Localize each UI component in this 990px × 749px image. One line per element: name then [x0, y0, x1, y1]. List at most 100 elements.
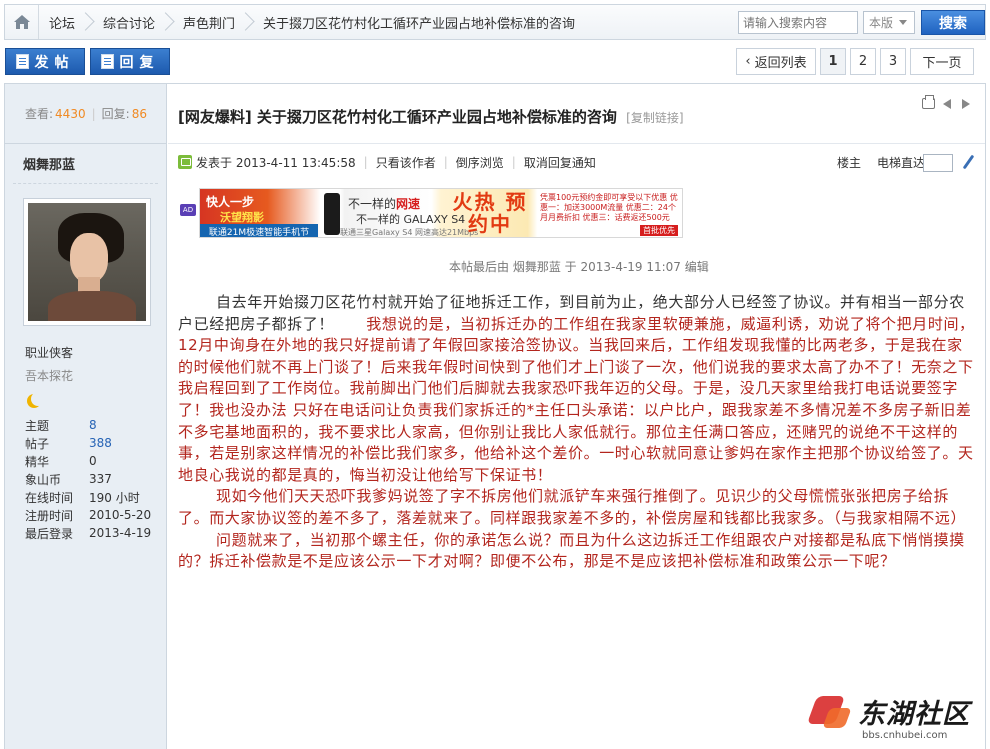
- ad-text: 网速: [396, 197, 421, 211]
- page-2[interactable]: 2: [850, 48, 876, 75]
- profile-key: 最后登录: [25, 526, 74, 541]
- ad-banner[interactable]: 快人一步 沃望翔影 联通21M极速智能手机节 不一样的网速 不一样的 GALAX…: [199, 188, 683, 238]
- ad-text: 首批优先办理: [640, 225, 678, 236]
- profile-row: 最后登录 2013-4-19: [25, 524, 166, 542]
- ad-text: 联通21M极速智能手机节: [200, 224, 318, 237]
- page-title: [网友爆料] 关于掇刀区花竹村化工循环产业园占地补偿标准的咨询 [复制链接]: [178, 106, 684, 127]
- ad-badge: AD: [180, 204, 196, 216]
- breadcrumb-board[interactable]: 声色荆门: [173, 5, 247, 39]
- reply-button[interactable]: 回复: [90, 48, 170, 75]
- profile-row: 象山币 337: [25, 470, 166, 488]
- jump-floor-input[interactable]: [923, 154, 953, 172]
- ad-text: 不一样的 GALAXY S4: [356, 213, 466, 226]
- thread-tools: [922, 95, 973, 109]
- replies-label: 回复:: [101, 107, 130, 121]
- views-count: 4430: [55, 106, 86, 121]
- post-title-row: [网友爆料] 关于掇刀区花竹村化工循环产业园占地补偿标准的咨询 [复制链接]: [168, 84, 985, 144]
- online-status-icon: [178, 155, 192, 169]
- page-1[interactable]: 1: [820, 48, 846, 75]
- breadcrumb-general[interactable]: 综合讨论: [93, 5, 167, 39]
- profile-value: 190 小时: [89, 490, 140, 505]
- paragraph: 自去年开始掇刀区花竹村就开始了征地拆迁工作，到目前为止，绝大部分人已经签了协议。…: [178, 292, 976, 486]
- views-label: 查看:: [25, 107, 54, 121]
- chevron-left-icon: ‹: [745, 54, 751, 69]
- copy-link[interactable]: [复制链接]: [626, 111, 683, 125]
- ad-headline: 火热 预约中: [452, 190, 528, 236]
- ad-text: 快人一步: [206, 195, 255, 209]
- home-icon[interactable]: [5, 5, 39, 39]
- search-input[interactable]: [738, 11, 858, 34]
- edit-notice: 本帖最后由 烟舞那蓝 于 2013-4-19 11:07 编辑: [449, 260, 709, 274]
- post-meta: 发表于 2013-4-11 13:45:58 | 只看该作者 | 倒序浏览 | …: [168, 144, 985, 180]
- jump-floor-label: 电梯直达: [876, 155, 925, 170]
- site-watermark: 东湖社区 bbs.cnhubei.com: [808, 690, 986, 746]
- profile-row: 帖子 388: [25, 434, 166, 452]
- profile-key: 精华: [25, 454, 50, 469]
- paragraph: 问题就来了，当初那个螺主任，你的承诺怎么说？而且为什么这边拆迁工作组跟农户对接都…: [178, 530, 976, 573]
- post-container: 查看: 4430 | 回复: 86 烟舞那蓝 职业侠客 吾本探花 主题 8 帖子 3…: [4, 83, 986, 749]
- meta-divider: |: [443, 155, 448, 169]
- next-page-button[interactable]: 下一页: [910, 48, 974, 75]
- profile-value: 2010-5-20: [89, 508, 152, 522]
- chevron-down-icon: [899, 20, 908, 25]
- profile-key: 在线时间: [25, 490, 74, 505]
- phone-image: [324, 193, 340, 235]
- reverse-order-link[interactable]: 倒序浏览: [456, 154, 504, 171]
- profile-stats: 主题 8 帖子 388 精华 0 象山币 337 在线时间 190 小时 注册时间 2010…: [25, 416, 166, 542]
- floor-label: 楼主: [836, 155, 861, 170]
- avatar[interactable]: [23, 198, 151, 326]
- watermark-url: bbs.cnhubei.com: [862, 730, 948, 741]
- profile-posts-value[interactable]: 388: [89, 436, 112, 450]
- profile-row: 主题 8: [25, 416, 166, 434]
- ad-row: AD 快人一步 沃望翔影 联通21M极速智能手机节 不一样的网速 不一样的 GA…: [168, 180, 985, 240]
- next-thread-icon[interactable]: [960, 98, 973, 109]
- pagination: ‹ 返回列表 1 2 3 下一页: [736, 48, 974, 75]
- profile-key: 象山币: [25, 472, 62, 487]
- replies-count: 86: [131, 106, 147, 121]
- print-icon[interactable]: [922, 95, 935, 109]
- paragraph: 现如今他们天天恐吓我爹妈说签了字不拆房他们就派铲车来强行推倒了。见识少的父母慌慌…: [178, 486, 976, 529]
- ad-text: 沃望翔影: [220, 211, 264, 224]
- moon-level-icon: [31, 392, 45, 406]
- avatar-image: [28, 203, 146, 321]
- search-scope-label: 本版: [869, 16, 894, 30]
- paragraph-text: 现如今他们天天恐吓我爹妈说签了字不拆房他们就派铲车来强行推倒了。见识少的父母慌慌…: [178, 487, 967, 527]
- jump-icon[interactable]: [961, 154, 975, 170]
- profile-row: 注册时间 2010-5-20: [25, 506, 166, 524]
- paragraph-text: 问题就来了，当初那个螺主任，你的承诺怎么说？而且为什么这边拆迁工作组跟农户对接都…: [178, 530, 965, 571]
- page-3[interactable]: 3: [880, 48, 906, 75]
- back-to-list-label: 返回列表: [754, 56, 807, 71]
- new-post-button[interactable]: 发帖: [5, 48, 85, 75]
- new-post-label: 发帖: [34, 54, 75, 71]
- cancel-notify-link[interactable]: 取消回复通知: [524, 154, 596, 171]
- author-name[interactable]: 烟舞那蓝: [13, 144, 158, 184]
- breadcrumb-forum[interactable]: 论坛: [39, 5, 87, 39]
- reply-icon: [100, 54, 114, 69]
- previous-thread-icon[interactable]: [941, 98, 954, 109]
- profile-key: 注册时间: [25, 508, 74, 523]
- post-content: [网友爆料] 关于掇刀区花竹村化工循环产业园占地补偿标准的咨询 [复制链接] 发…: [168, 84, 985, 749]
- paragraph-text: 我想说的是，当初拆迁办的工作组在我家里软硬兼施，威逼利诱，劝说了将个把月时间，1…: [178, 314, 975, 484]
- search-scope-select[interactable]: 本版: [863, 11, 915, 34]
- post-date: 发表于 2013-4-11 13:45:58: [196, 155, 356, 170]
- user-group[interactable]: 职业侠客: [25, 344, 166, 361]
- user-title: 吾本探花: [25, 369, 74, 383]
- thread-stats: 查看: 4430 | 回复: 86: [5, 84, 166, 144]
- meta-divider: |: [511, 155, 516, 169]
- stats-divider: |: [91, 106, 96, 121]
- watermark-brand: 东湖社区: [858, 699, 970, 730]
- profile-topics-value[interactable]: 8: [89, 418, 97, 432]
- profile-key: 主题: [25, 418, 50, 433]
- profile-value: 0: [89, 454, 97, 468]
- author-sidebar: 查看: 4430 | 回复: 86 烟舞那蓝 职业侠客 吾本探花 主题 8 帖子 3…: [5, 84, 167, 749]
- profile-value: 2013-4-19: [89, 526, 152, 540]
- search-button[interactable]: 搜索: [921, 10, 985, 35]
- back-to-list-button[interactable]: ‹ 返回列表: [736, 48, 816, 75]
- post-body: 自去年开始掇刀区花竹村就开始了征地拆迁工作，到目前为止，绝大部分人已经签了协议。…: [178, 292, 976, 573]
- logo-icon: [808, 690, 854, 736]
- ad-text: 凭票100元预约金即可享受以下优惠 优惠一：加送3000M流量 优惠二：24个月…: [540, 193, 678, 222]
- compose-icon: [15, 54, 29, 69]
- only-author-link[interactable]: 只看该作者: [376, 154, 436, 171]
- breadcrumb-current-thread: 关于掇刀区花竹村化工循环产业园占地补偿标准的咨询: [263, 16, 576, 32]
- meta-divider: |: [363, 155, 368, 169]
